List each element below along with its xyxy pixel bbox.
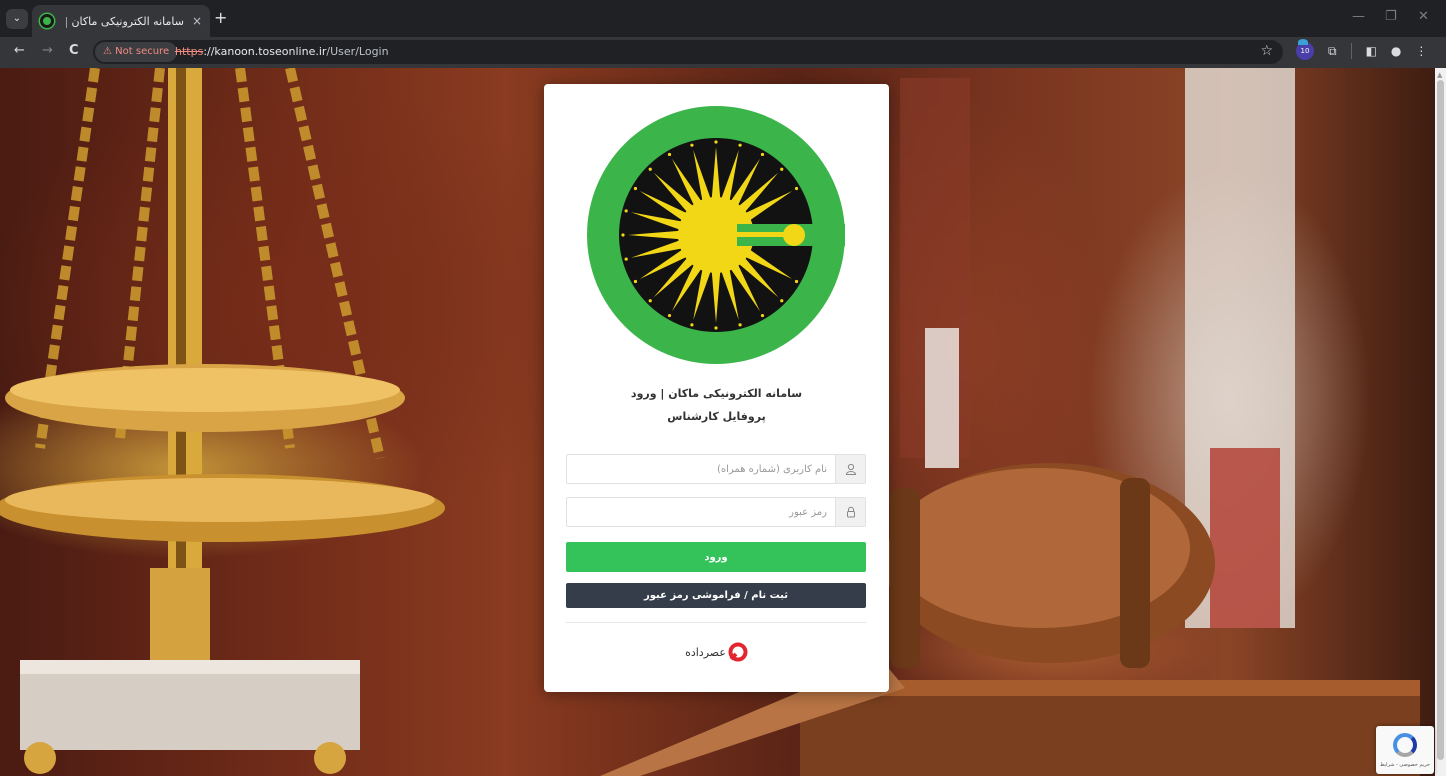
extension-icons: 10 ⧉ ◧ ● ⋮ xyxy=(1296,39,1427,60)
security-chip-label: Not secure xyxy=(115,46,170,57)
url-scheme: https xyxy=(175,45,204,58)
address-toolbar: ← → C ⚠ Not secure https://kanoon.toseon… xyxy=(0,37,1446,68)
user-icon xyxy=(835,455,865,483)
tab-title: سامانه الکترونیکی ماکان | ورود xyxy=(66,14,184,28)
tab-search-icon[interactable]: ⌄ xyxy=(6,9,28,29)
sun-emblem-icon xyxy=(587,106,847,364)
url-path: /User/Login xyxy=(326,45,389,58)
site-favicon-icon xyxy=(40,14,54,28)
lock-icon xyxy=(835,498,865,526)
extension-badge-icon[interactable]: 10 xyxy=(1296,39,1314,60)
username-input[interactable] xyxy=(567,455,835,483)
recaptcha-caption: حریم خصوصی - شرایط xyxy=(1379,762,1431,768)
password-field[interactable] xyxy=(566,497,866,527)
active-tab[interactable]: سامانه الکترونیکی ماکان | ورود × xyxy=(32,5,210,37)
makan-logo xyxy=(587,106,847,364)
sidepanel-icon[interactable]: ◧ xyxy=(1366,44,1377,58)
minimize-icon[interactable]: — xyxy=(1352,9,1365,24)
recaptcha-badge[interactable]: حریم خصوصی - شرایط xyxy=(1376,726,1434,774)
profile-icon[interactable]: ● xyxy=(1391,44,1401,58)
warning-icon: ⚠ xyxy=(103,46,116,57)
divider xyxy=(566,622,866,623)
register-forgot-password-button[interactable]: ثبت نام / فراموشی رمز عبور xyxy=(566,583,866,608)
security-chip[interactable]: ⚠ Not secure xyxy=(95,42,178,62)
extensions-icon[interactable]: ⧉ xyxy=(1328,44,1337,59)
brand-name: عصرداده xyxy=(685,645,726,659)
close-window-icon[interactable]: ✕ xyxy=(1418,9,1429,24)
brand-footer: عصرداده xyxy=(544,642,889,662)
new-tab-button[interactable]: + xyxy=(214,8,227,27)
address-bar[interactable]: ⚠ Not secure https://kanoon.toseonline.i… xyxy=(93,40,1283,64)
star-icon[interactable]: ☆ xyxy=(1260,43,1273,59)
password-input[interactable] xyxy=(567,498,835,526)
page-title: سامانه الکترونیکی ماکان | ورود xyxy=(630,387,803,400)
url-host: ://kanoon.toseonline.ir xyxy=(203,45,327,58)
scrollbar-thumb[interactable] xyxy=(1437,80,1444,760)
username-field[interactable] xyxy=(566,454,866,484)
page-scrollbar[interactable]: ▲ xyxy=(1435,68,1446,776)
tab-close-icon[interactable]: × xyxy=(192,14,202,28)
page-subtitle: پروفایل کارشناس xyxy=(667,410,766,423)
url-text[interactable]: https://kanoon.toseonline.ir/User/Login xyxy=(175,40,389,64)
asrdadeh-logo-icon xyxy=(728,642,748,662)
login-card: سامانه الکترونیکی ماکان | ورود پروفایل ک… xyxy=(544,84,889,692)
reload-icon[interactable]: C xyxy=(69,43,79,58)
forward-icon[interactable]: → xyxy=(42,43,53,58)
toolbar-divider xyxy=(1350,43,1352,59)
back-icon[interactable]: ← xyxy=(14,43,25,58)
maximize-icon[interactable]: ❐ xyxy=(1385,9,1397,24)
menu-icon[interactable]: ⋮ xyxy=(1415,44,1427,58)
recaptcha-icon xyxy=(1393,733,1417,757)
login-button[interactable]: ورود xyxy=(566,542,866,572)
browser-tab-bar: ⌄ سامانه الکترونیکی ماکان | ورود × + — ❐… xyxy=(0,0,1446,37)
scroll-up-icon[interactable]: ▲ xyxy=(1437,71,1442,79)
